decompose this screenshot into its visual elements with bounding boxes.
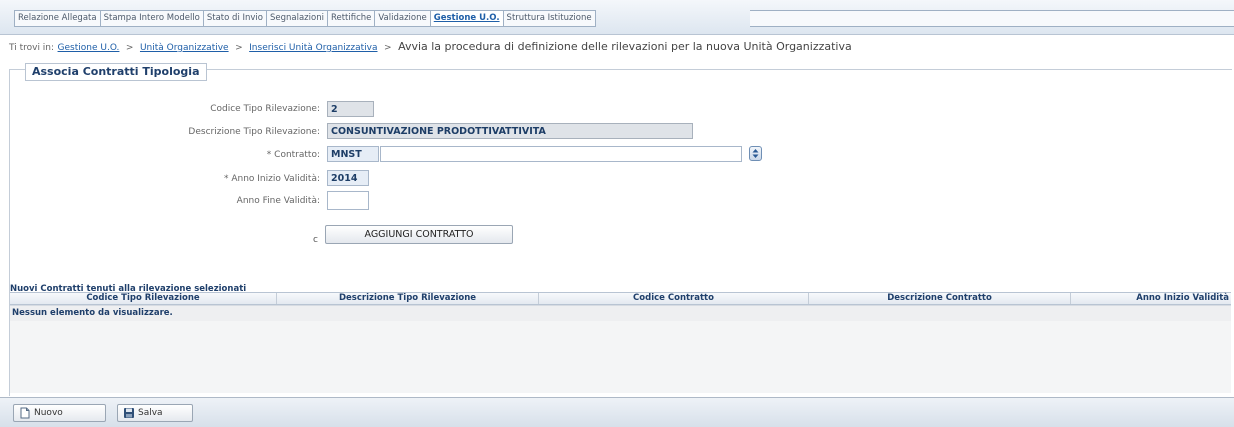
breadcrumb-link-gestione-uo[interactable]: Gestione U.O. [58,43,120,53]
form-legend: Associa Contratti Tipologia [25,63,207,81]
tab-relazione-allegata[interactable]: Relazione Allegata [15,11,101,26]
breadcrumb-separator: > [235,43,243,53]
new-document-icon [19,407,31,419]
new-button-label: Nuovo [34,408,63,418]
empty-message: Nessun elemento da visualizzare. [12,308,173,318]
tab-struttura-istituzione[interactable]: Struttura Istituzione [504,11,595,26]
contratto-description-field[interactable] [380,146,742,162]
tab-strip-filler [750,10,1234,27]
new-button[interactable]: Nuovo [13,404,106,422]
tab-strip: Relazione Allegata Stampa Intero Modello… [14,10,596,27]
anno-fine-label: Anno Fine Validità: [236,196,320,206]
tab-validazione[interactable]: Validazione [375,11,431,26]
column-anno-inizio[interactable]: Anno Inizio Validità [1071,293,1231,304]
table-empty-area [10,321,1231,393]
codice-tipo-field: 2 [327,101,374,117]
descrizione-tipo-field: CONSUNTIVAZIONE PRODOTTIVATTIVITA [327,123,693,139]
contratto-code-field[interactable]: MNST [327,146,379,162]
tab-gestione-uo[interactable]: Gestione U.O. [430,11,504,26]
breadcrumb-current: Avvia la procedura di definizione delle … [398,40,852,53]
breadcrumb-separator: > [125,43,134,53]
bottom-toolbar: Nuovo Salva [0,397,1234,427]
add-contract-button[interactable]: AGGIUNGI CONTRATTO [325,225,513,244]
table-header: Codice Tipo Rilevazione Descrizione Tipo… [10,292,1231,305]
tab-stato-di-invio[interactable]: Stato di Invio [204,11,267,26]
breadcrumb-link-inserisci-unita[interactable]: Inserisci Unità Organizzativa [249,43,377,53]
anno-inizio-field[interactable]: 2014 [327,170,369,186]
column-codice-tipo[interactable]: Codice Tipo Rilevazione [10,293,277,304]
floppy-disk-icon [123,407,135,419]
anno-fine-field[interactable] [327,191,369,210]
column-descrizione-contratto[interactable]: Descrizione Contratto [809,293,1071,304]
tab-rettifiche[interactable]: Rettifiche [328,11,376,26]
top-navigation-bar: Relazione Allegata Stampa Intero Modello… [0,0,1234,35]
codice-tipo-label: Codice Tipo Rilevazione: [210,104,320,114]
breadcrumb-prefix: Ti trovi in: [9,43,55,53]
tab-segnalazioni[interactable]: Segnalazioni [267,11,328,26]
column-codice-contratto[interactable]: Codice Contratto [539,293,809,304]
table-body: Nessun elemento da visualizzare. [10,305,1231,393]
radio-option[interactable]: c [313,235,318,245]
column-descrizione-tipo[interactable]: Descrizione Tipo Rilevazione [277,293,539,304]
descrizione-tipo-label: Descrizione Tipo Rilevazione: [188,127,320,137]
breadcrumb: Ti trovi in: Gestione U.O. > Unità Organ… [9,40,852,53]
contratto-label: * Contratto: [266,150,320,160]
breadcrumb-separator: > [384,43,392,53]
breadcrumb-link-unita-organizzative[interactable]: Unità Organizzative [140,43,229,53]
anno-inizio-label: * Anno Inizio Validità: [223,174,320,184]
save-button-label: Salva [138,408,163,418]
lookup-icon[interactable] [749,146,762,161]
tab-stampa-intero-modello[interactable]: Stampa Intero Modello [101,11,204,26]
save-button[interactable]: Salva [117,404,193,422]
